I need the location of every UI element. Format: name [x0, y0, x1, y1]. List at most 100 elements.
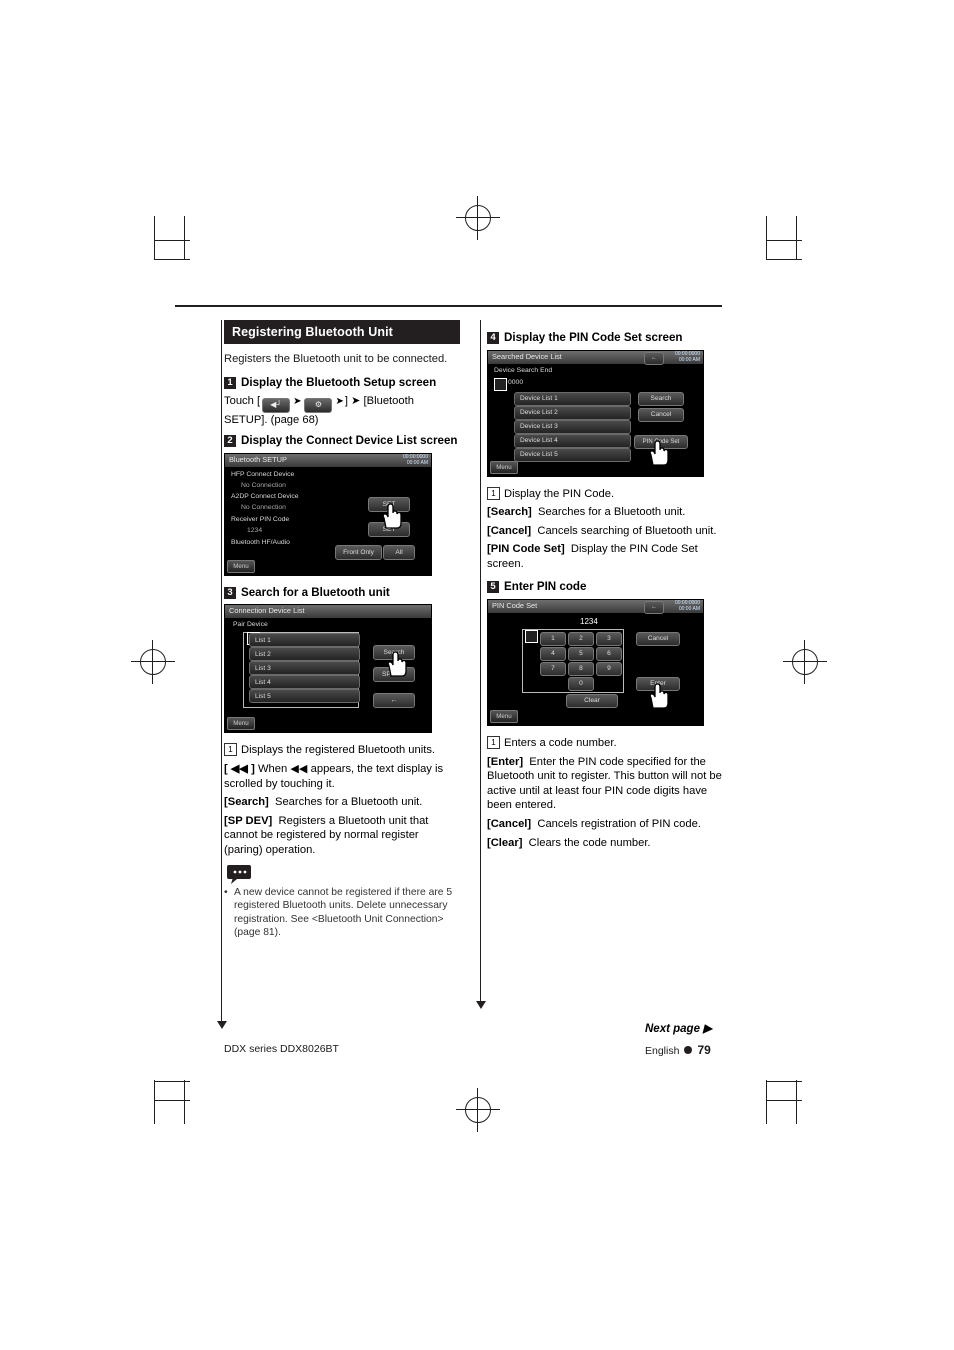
column-flow-arrow-right — [476, 1001, 486, 1009]
screen-clock: 00:00:0000 00:00 AM — [675, 351, 700, 364]
note-icon — [226, 864, 251, 884]
back-arrow-button[interactable]: ← — [644, 600, 664, 614]
step-number: 2 — [224, 435, 236, 448]
screenshot-bluetooth-setup: Bluetooth SETUP 00:00:0000 00:00 AM HFP … — [224, 452, 432, 576]
definition-key: [Cancel] — [487, 524, 532, 537]
pin-code-value: 0000 — [508, 378, 524, 386]
menu-button[interactable]: Menu — [227, 559, 255, 573]
hand-pointer-icon — [649, 439, 669, 466]
keypad-4[interactable]: 4 — [540, 646, 566, 661]
device-list-row[interactable]: List 4 — [249, 675, 360, 690]
definition-key: [Enter] — [487, 755, 524, 768]
callout-number: 1 — [487, 735, 500, 749]
screenshot-searched-device-list: Searched Device List 00:00:0000 00:00 AM… — [487, 349, 704, 477]
crop-mark — [154, 259, 190, 260]
device-list-row[interactable]: Device List 5 — [514, 447, 631, 462]
menu-button[interactable]: Menu — [490, 460, 518, 474]
callout-number: 1 — [224, 743, 237, 757]
screen-clock: 00:00:0000 00:00 AM — [403, 454, 428, 467]
step-title: Display the Bluetooth Setup screen — [241, 375, 437, 389]
keypad-7[interactable]: 7 — [540, 661, 566, 676]
header-rule — [175, 305, 722, 307]
keypad-6[interactable]: 6 — [596, 646, 622, 661]
row-pin-value: 1234 — [247, 526, 263, 534]
clock-time: 00:00 AM — [406, 460, 428, 467]
footer-dot — [684, 1046, 693, 1054]
device-list-row[interactable]: Device List 2 — [514, 405, 631, 420]
clear-button[interactable]: Clear — [566, 693, 618, 708]
column-flow-arrow-left — [217, 1021, 227, 1029]
search-button[interactable]: Search — [638, 391, 684, 406]
cancel-button[interactable]: Cancel — [638, 407, 684, 422]
footer-language: English — [645, 1045, 680, 1057]
all-button[interactable]: All — [383, 544, 415, 560]
screen-title: Bluetooth SETUP — [229, 454, 287, 464]
crop-mark — [766, 259, 802, 260]
clock-date: 00:00:0000 — [674, 350, 700, 357]
crop-mark — [796, 216, 797, 260]
definition-text: Searches for a Bluetooth unit. — [275, 796, 423, 809]
hand-pointer-icon — [382, 503, 402, 529]
step-1-body: Touch [◀┘ ➤ ⚙ ➤] ➤ [Bluetooth SETUP]. (page… — [224, 394, 460, 427]
screen-subtitle: Pair Device — [233, 621, 268, 629]
definition-row: [Cancel] Cancels searching of Bluetooth … — [487, 524, 723, 539]
definition-row: [Cancel] Cancels registration of PIN cod… — [487, 817, 723, 832]
definition-row: [Enter] Enter the PIN code specified for… — [487, 755, 723, 813]
step-title: Display the Connect Device List screen — [241, 434, 458, 448]
step-5: 5 Enter PIN code — [487, 580, 723, 594]
screen-title: PIN Code Set — [492, 600, 538, 610]
front-only-button[interactable]: Front Only — [335, 544, 382, 560]
definition-key: [Search] — [487, 506, 532, 519]
back-arrow-button[interactable]: ← — [373, 693, 415, 709]
device-list-row[interactable]: List 3 — [249, 661, 360, 676]
step-1: 1 Display the Bluetooth Setup screen — [224, 376, 460, 390]
screen-title: Connection Device List — [229, 606, 305, 616]
hand-pointer-icon — [387, 651, 407, 678]
keypad-1[interactable]: 1 — [540, 631, 566, 646]
step-title: Enter PIN code — [504, 580, 587, 594]
clock-time: 00:00 AM — [678, 356, 700, 363]
screenshot-pin-code-set: PIN Code Set 00:00:0000 00:00 AM ← 1234 … — [487, 598, 704, 726]
menu-button[interactable]: Menu — [490, 709, 518, 723]
device-list-row[interactable]: Device List 4 — [514, 433, 631, 448]
definition-row: 1 Display the PIN Code. — [487, 486, 723, 502]
back-arrow-button[interactable]: ← — [644, 351, 664, 365]
crop-mark — [154, 216, 155, 260]
pin-code-display: 1234 — [580, 616, 598, 626]
device-list-row[interactable]: Device List 1 — [514, 391, 631, 406]
definition-key: [Search] — [224, 796, 269, 809]
left-definitions: 1 Displays the registered Bluetooth units… — [224, 743, 460, 857]
keypad-9[interactable]: 9 — [596, 661, 622, 676]
device-list-row[interactable]: List 1 — [249, 633, 360, 648]
device-list-row[interactable]: Device List 3 — [514, 419, 631, 434]
definition-key: [SP DEV] — [224, 814, 273, 827]
keypad-0[interactable]: 0 — [568, 676, 594, 691]
cancel-button[interactable]: Cancel — [636, 631, 680, 646]
definition-text: Enters a code number. — [504, 736, 617, 749]
row-receiver-pin-code: Receiver PIN Code — [231, 515, 290, 523]
crop-mark — [184, 216, 185, 260]
device-list-row[interactable]: List 2 — [249, 647, 360, 662]
menu-button[interactable]: Menu — [227, 717, 255, 731]
callout-1 — [525, 629, 538, 643]
return-icon-button: ◀┘ — [262, 397, 291, 413]
keypad-3[interactable]: 3 — [596, 631, 622, 646]
page-number: 79 — [697, 1043, 711, 1057]
device-list-row[interactable]: List 5 — [249, 689, 360, 704]
step-title: Search for a Bluetooth unit — [241, 585, 390, 599]
definition-key: [PIN Code Set] — [487, 543, 565, 556]
step-number: 5 — [487, 581, 499, 594]
registration-mark-right — [783, 640, 827, 684]
keypad-8[interactable]: 8 — [568, 661, 594, 676]
definition-text: Cancels searching of Bluetooth unit. — [537, 524, 717, 537]
definition-text: Enter the PIN code specified for the Blu… — [487, 755, 722, 812]
definition-row: [Clear] Clears the code number. — [487, 836, 723, 851]
crop-mark — [766, 216, 767, 260]
note-text: A new device cannot be registered if the… — [224, 886, 460, 940]
next-page-link[interactable]: Next page ▶ — [645, 1021, 712, 1035]
keypad-5[interactable]: 5 — [568, 646, 594, 661]
step-number: 4 — [487, 332, 499, 344]
keypad-2[interactable]: 2 — [568, 631, 594, 646]
column-divider-right — [480, 320, 481, 1002]
right-column: 4 Display the PIN Code Set screen Search… — [487, 320, 723, 855]
